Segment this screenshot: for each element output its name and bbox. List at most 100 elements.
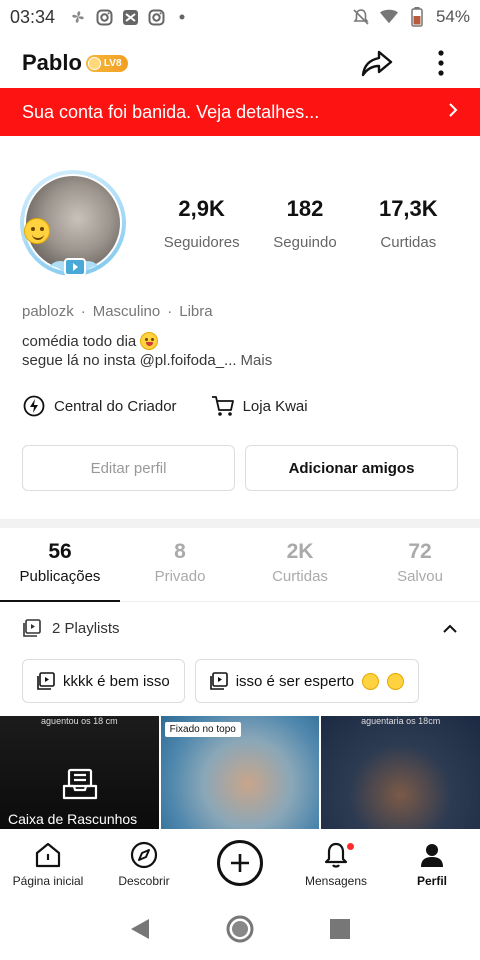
person-icon [416, 839, 448, 871]
more-notifications-dot-icon [173, 8, 191, 26]
playlist-chip-label: kkkk é bem isso [63, 672, 170, 690]
tab-label: Curtidas [272, 568, 328, 585]
chevron-right-icon [448, 101, 458, 124]
notification-dot [347, 842, 354, 850]
playlist-chips: kkkk é bem isso isso é ser esperto [22, 659, 420, 703]
stat-value: 2,9K [178, 196, 225, 221]
tab-label: Privado [154, 568, 206, 585]
bio-text: segue lá no insta @pl.foifoda_... [22, 352, 237, 369]
playlist-chip-label: isso é ser esperto [235, 672, 355, 690]
plus-icon [231, 854, 249, 872]
fan-icon [69, 8, 87, 26]
playlists-title: 2 Playlists [52, 619, 120, 637]
share-arrow-icon [361, 50, 393, 77]
playlist-chip[interactable]: isso é ser esperto [194, 659, 420, 703]
tab-publications[interactable]: 56 Publicações [0, 540, 120, 602]
home-system-button[interactable] [225, 914, 255, 944]
profile-name: Pablo [22, 50, 82, 75]
bio-line-2: segue lá no insta @pl.foifoda_... Mais [22, 352, 272, 369]
zodiac-sign: Libra [179, 303, 213, 320]
profile-action-buttons: Editar perfil Adicionar amigos [22, 445, 458, 491]
more-options-button[interactable] [424, 46, 458, 80]
playlist-chip[interactable]: kkkk é bem isso [22, 659, 185, 703]
home-icon [32, 839, 64, 871]
battery-percentage: 54% [435, 7, 470, 26]
status-time: 03:34 [10, 6, 56, 27]
playlist-icon [22, 618, 42, 638]
level-badge[interactable]: LV8 [85, 54, 128, 72]
separator: · [80, 303, 86, 320]
creator-center-link[interactable]: Central do Criador [22, 394, 177, 418]
create-plus-button[interactable] [217, 840, 263, 886]
drafts-box-tile[interactable]: aguentou os 18 cm Caixa de Rascunhos [0, 716, 159, 829]
bio-text: comédia todo dia [22, 332, 137, 350]
system-navigation-bar [0, 897, 480, 960]
smile-emoji-icon [24, 218, 50, 244]
tab-count: 72 [408, 540, 432, 563]
bottom-navigation: Página inicial Descobrir Mensagens Perfi… [0, 829, 480, 897]
video-play-icon [64, 258, 86, 276]
status-notification-icons [69, 8, 191, 26]
drafts-box-icon [62, 768, 98, 800]
nav-home[interactable]: Página inicial [0, 839, 96, 888]
nav-messages[interactable]: Mensagens [288, 839, 384, 888]
video-thumbnail[interactable]: Fixado no topo [160, 716, 320, 829]
gender: Masculino [92, 303, 161, 320]
nav-discover[interactable]: Descobrir [96, 839, 192, 888]
compass-icon [128, 839, 160, 871]
video-thumbnail[interactable]: aguentaria os 18cm [321, 716, 480, 829]
stat-label: Seguindo [273, 234, 337, 251]
share-button[interactable] [360, 46, 394, 80]
tab-private[interactable]: 8 Privado [120, 540, 240, 601]
lightning-icon [22, 394, 46, 418]
ban-banner-text: Sua conta foi banida. Veja detalhes... [22, 101, 320, 122]
edit-profile-button[interactable]: Editar perfil [22, 445, 235, 491]
add-friends-button[interactable]: Adicionar amigos [245, 445, 458, 491]
back-button[interactable] [125, 914, 155, 944]
video-caption: aguentaria os 18cm [361, 716, 441, 726]
laughing-emoji-icon [140, 332, 159, 350]
recents-button[interactable] [325, 914, 355, 944]
profile-meta: pablozk · Masculino · Libra [22, 303, 213, 320]
instagram-icon [95, 8, 113, 26]
nav-label: Descobrir [118, 873, 170, 888]
tab-count: 2K [286, 540, 314, 563]
video-grid: aguentou os 18 cm Caixa de Rascunhos Fix… [0, 716, 480, 829]
profile-header: Pablo LV8 [0, 38, 480, 88]
chevron-up-icon[interactable] [440, 618, 460, 638]
nav-create[interactable] [192, 840, 288, 886]
tab-label: Publicações [19, 568, 101, 585]
capcut-icon [121, 8, 139, 26]
bio-more-link[interactable]: Mais [241, 352, 273, 369]
nav-label: Mensagens [304, 873, 368, 888]
drafts-box-label: Caixa de Rascunhos [8, 811, 138, 827]
stat-likes[interactable]: 17,3K Curtidas [357, 196, 460, 251]
status-bar: 03:34 54% [0, 0, 480, 34]
playlist-icon [209, 672, 228, 690]
stat-value: 182 [286, 196, 324, 221]
separator: · [167, 303, 173, 320]
level-text: LV8 [103, 57, 122, 69]
tab-count: 8 [174, 540, 186, 563]
stat-following[interactable]: 182 Seguindo [253, 196, 356, 251]
tab-likes[interactable]: 2K Curtidas [240, 540, 360, 601]
nav-profile[interactable]: Perfil [384, 839, 480, 888]
status-system-icons: 54% [352, 7, 470, 27]
header-actions [360, 46, 458, 80]
playlists-header[interactable]: 2 Playlists [22, 618, 460, 638]
playlist-icon [37, 672, 55, 690]
kwai-shop-link[interactable]: Loja Kwai [211, 394, 308, 418]
recents-square-icon [330, 918, 350, 939]
stat-followers[interactable]: 2,9K Seguidores [150, 196, 253, 251]
tab-saved[interactable]: 72 Salvou [360, 540, 480, 601]
level-coin-icon [87, 56, 101, 70]
wifi-icon [379, 8, 398, 26]
account-banned-banner[interactable]: Sua conta foi banida. Veja detalhes... [0, 88, 480, 136]
instagram-icon [147, 8, 165, 26]
kwai-shop-label: Loja Kwai [242, 397, 308, 415]
profile-avatar[interactable] [20, 170, 128, 280]
username: pablozk [22, 303, 74, 320]
creator-center-label: Central do Criador [54, 397, 177, 415]
section-divider [0, 519, 480, 528]
tab-count: 56 [48, 540, 72, 563]
